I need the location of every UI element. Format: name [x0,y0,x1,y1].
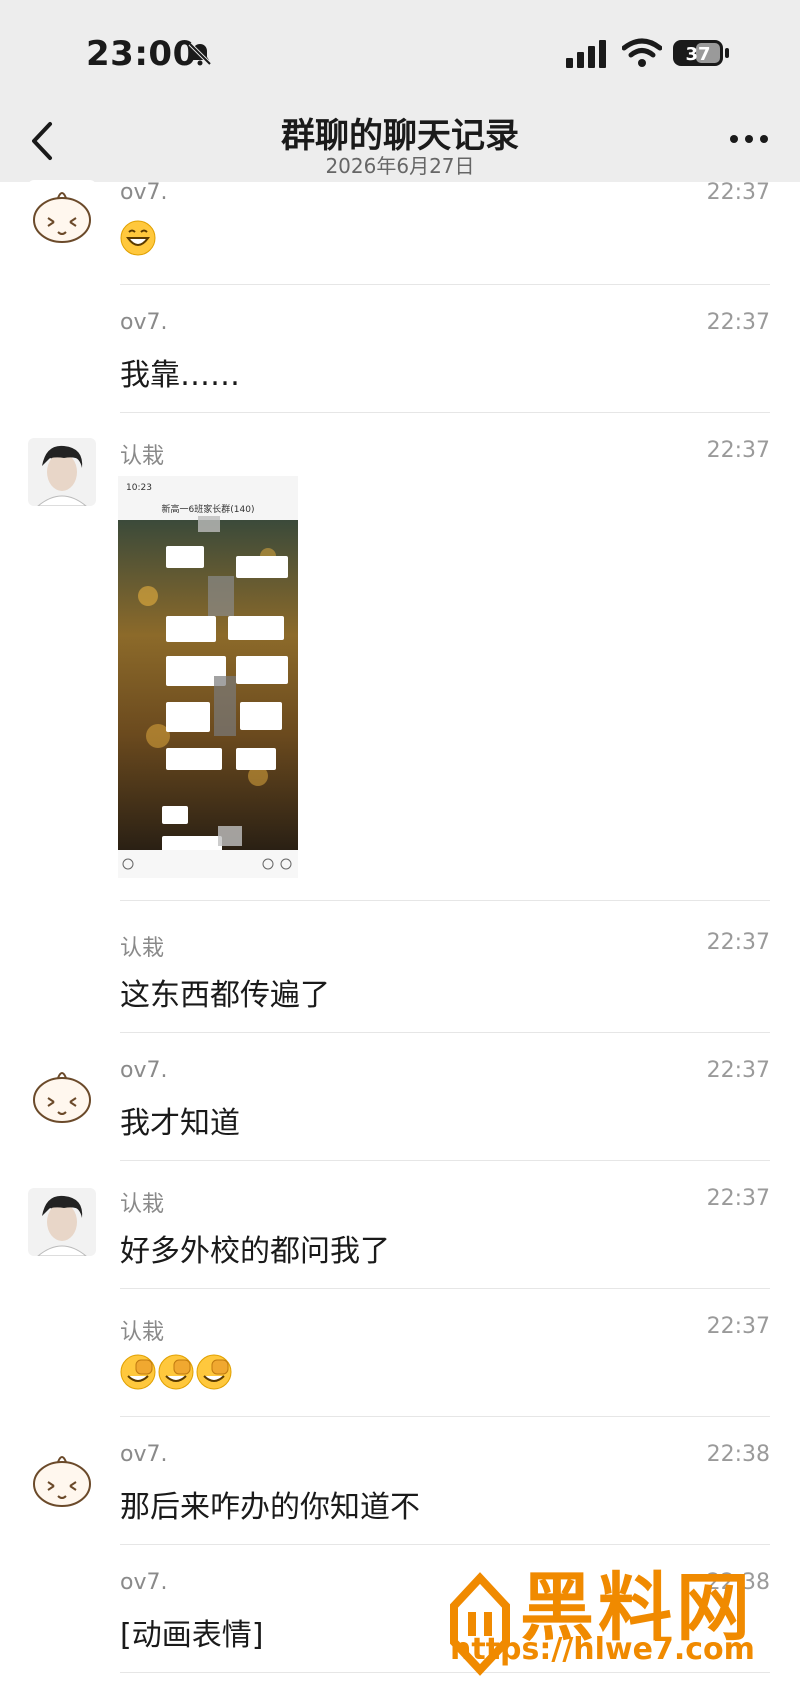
message-item[interactable]: ov7. 22:37 我才知道 [0,1058,800,1168]
shared-screenshot-image[interactable]: 10:23 新高一6班家长群(140) [118,476,298,878]
svg-text:10:23: 10:23 [126,483,152,493]
facepalm-emoji-icon [158,1354,194,1390]
sender-name: 认栽 [120,444,165,469]
battery-level: 37 [685,44,710,65]
cellular-signal-icon [566,40,606,68]
avatar-renzai[interactable] [28,1188,96,1256]
grinning-emoji-icon [120,220,156,256]
watermark-url: https://hlwe7.com [450,1632,755,1667]
sender-name: ov7. [120,1058,168,1083]
avatar-ov7[interactable] [28,1444,96,1512]
message-time: 22:37 [706,1058,770,1083]
message-item[interactable]: 认栽 22:37 好多外校的都问我了 [0,1186,800,1296]
sender-name: 认栽 [120,936,165,961]
facepalm-emoji-icon [120,1354,156,1390]
status-time: 23:00 [86,34,197,74]
message-time: 22:37 [706,1314,770,1339]
avatar-ov7[interactable] [28,180,96,248]
message-item[interactable]: ov7. 22:38 那后来咋办的你知道不 [0,1442,800,1552]
message-text: 那后来咋办的你知道不 [120,1490,420,1525]
message-text: 我靠…… [120,358,240,393]
sender-name: ov7. [120,310,168,335]
message-text: 好多外校的都问我了 [120,1234,390,1269]
message-divider [120,412,770,413]
message-item[interactable]: ov7. 22:37 [0,180,800,292]
sender-name: ov7. [120,1442,168,1467]
message-item[interactable]: 认栽 22:37 10:23 新高一6班家长群(140) [0,438,800,908]
message-time: 22:37 [706,930,770,955]
message-divider [120,1288,770,1289]
message-divider [120,1544,770,1545]
message-time: 22:37 [706,1186,770,1211]
sender-name: ov7. [120,1570,168,1595]
message-divider [120,1032,770,1033]
message-item[interactable]: ov7. 22:37 我靠…… [0,310,800,420]
avatar-renzai[interactable] [28,438,96,506]
message-text: 我才知道 [120,1106,240,1141]
message-text: 这东西都传遍了 [120,978,330,1013]
more-options-button[interactable] [724,124,774,154]
message-divider [120,1416,770,1417]
facepalm-emoji-icon [196,1354,232,1390]
sender-name: 认栽 [120,1320,165,1345]
top-bar: 23:00 37 群聊的聊天记录 2026年6月27日 [0,0,800,182]
svg-text:新高一6班家长群(140): 新高一6班家长群(140) [162,503,255,515]
message-time: 22:37 [706,438,770,463]
sender-name: 认栽 [120,1192,165,1217]
battery-icon: 37 [673,40,729,66]
mute-bell-icon [188,42,212,66]
page-date: 2026年6月27日 [325,154,475,178]
avatar-ov7[interactable] [28,1060,96,1128]
message-divider [120,1160,770,1161]
wifi-icon [622,38,662,67]
message-item[interactable]: 认栽 22:37 这东西都传遍了 [0,930,800,1040]
message-time: 22:38 [706,1442,770,1467]
sender-name: ov7. [120,180,168,205]
message-time: 22:37 [706,180,770,205]
message-item[interactable]: 认栽 22:37 [0,1314,800,1424]
message-time: 22:37 [706,310,770,335]
message-divider [120,284,770,285]
message-text: [动画表情] [120,1618,264,1653]
message-divider [120,900,770,901]
